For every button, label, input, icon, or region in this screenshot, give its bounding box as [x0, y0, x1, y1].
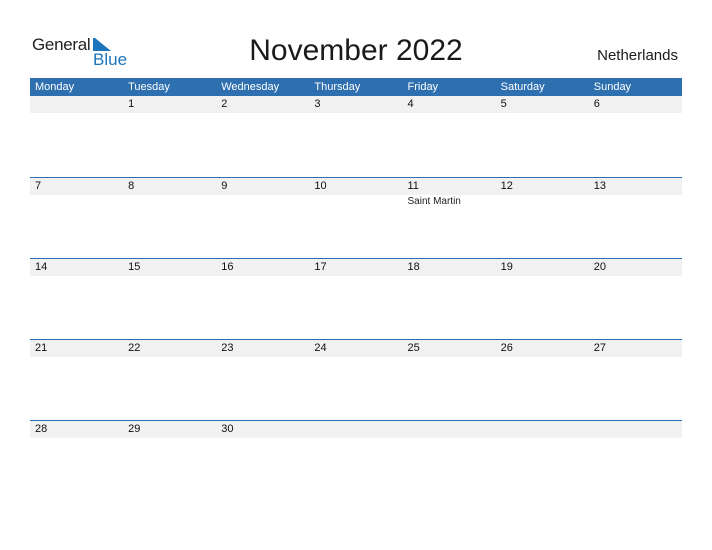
- week-row: 7 8 9 10 11 12 13 Saint Martin: [30, 177, 682, 258]
- day-cell: 7: [35, 180, 42, 192]
- week-row: 14 15 16 17 18 19 20: [30, 258, 682, 339]
- date-row: 28 29 30: [30, 421, 682, 438]
- date-row: 21 22 23 24 25 26 27: [30, 340, 682, 357]
- date-row: 1 2 3 4 5 6: [30, 96, 682, 113]
- weekday-monday: Monday: [35, 81, 75, 93]
- day-cell: 30: [221, 423, 234, 435]
- day-cell: 26: [500, 342, 513, 354]
- week-row: 21 22 23 24 25 26 27: [30, 339, 682, 420]
- day-cell: 4: [407, 98, 414, 110]
- event-cell: [123, 195, 216, 208]
- day-cell: 2: [221, 98, 228, 110]
- day-cell: 17: [314, 261, 327, 273]
- weekday-friday: Friday: [407, 81, 439, 93]
- day-cell: [309, 421, 402, 438]
- holiday-label: Saint Martin: [407, 196, 461, 207]
- date-row: 7 8 9 10 11 12 13: [30, 178, 682, 195]
- day-cell: 29: [128, 423, 141, 435]
- week-row: 28 29 30: [30, 420, 682, 501]
- weekday-thursday: Thursday: [314, 81, 361, 93]
- day-cell: 22: [128, 342, 141, 354]
- country-label: Netherlands: [597, 47, 678, 64]
- day-cell: 18: [407, 261, 420, 273]
- date-row: 14 15 16 17 18 19 20: [30, 259, 682, 276]
- day-cell: [496, 421, 589, 438]
- weekday-header: Monday Tuesday Wednesday Thursday Friday…: [30, 78, 682, 96]
- event-cell: [30, 195, 123, 208]
- day-cell: [403, 421, 496, 438]
- day-cell: 28: [35, 423, 48, 435]
- day-cell: 14: [35, 261, 48, 273]
- day-cell: [589, 421, 682, 438]
- day-cell: 5: [500, 98, 507, 110]
- weekday-wednesday: Wednesday: [221, 81, 280, 93]
- day-cell: 8: [128, 180, 135, 192]
- day-cell: 23: [221, 342, 234, 354]
- day-cell: 10: [314, 180, 327, 192]
- day-cell: [30, 96, 123, 113]
- day-cell: 3: [314, 98, 321, 110]
- day-cell: 16: [221, 261, 234, 273]
- day-cell: 11: [407, 180, 419, 192]
- day-cell: 13: [593, 180, 606, 192]
- calendar: Monday Tuesday Wednesday Thursday Friday…: [30, 78, 682, 501]
- event-cell: [216, 195, 309, 208]
- day-cell: 1: [128, 98, 135, 110]
- event-cell: [496, 195, 589, 208]
- weekday-sunday: Sunday: [593, 81, 632, 93]
- day-cell: 6: [593, 98, 600, 110]
- weekday-tuesday: Tuesday: [128, 81, 170, 93]
- day-cell: 27: [593, 342, 606, 354]
- event-cell: [309, 195, 402, 208]
- day-cell: 15: [128, 261, 141, 273]
- day-cell: 25: [407, 342, 420, 354]
- week-row: 1 2 3 4 5 6: [30, 96, 682, 177]
- weekday-saturday: Saturday: [500, 81, 545, 93]
- event-cell: [589, 195, 682, 208]
- day-cell: 20: [593, 261, 606, 273]
- day-cell: 9: [221, 180, 228, 192]
- day-cell: 21: [35, 342, 48, 354]
- day-cell: 19: [500, 261, 513, 273]
- day-cell: 24: [314, 342, 327, 354]
- events-row: Saint Martin: [30, 195, 682, 208]
- day-cell: 12: [500, 180, 513, 192]
